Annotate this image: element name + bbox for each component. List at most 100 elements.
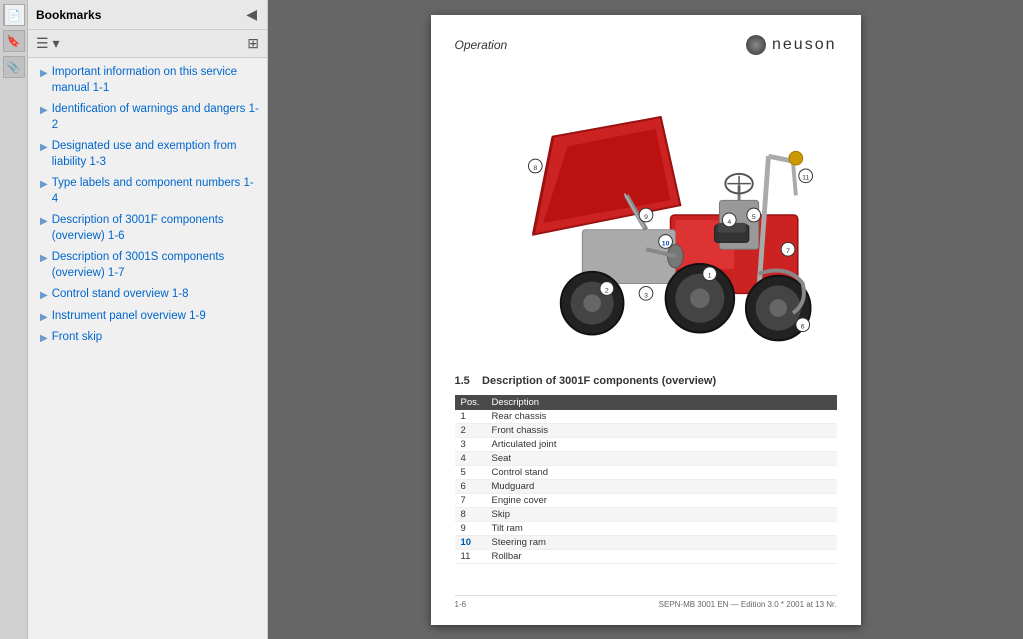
svg-text:2: 2 — [604, 287, 608, 294]
row-desc: Rear chassis — [486, 410, 837, 424]
footer-page-num: 1-6 — [455, 600, 467, 609]
bookmark-icon: ▶ — [40, 215, 48, 228]
svg-text:11: 11 — [802, 174, 809, 181]
bookmark-item[interactable]: ▶ Instrument panel overview 1-9 — [28, 306, 267, 328]
bookmark-icon: ▶ — [40, 178, 48, 191]
svg-text:4: 4 — [727, 218, 731, 225]
bookmark-tab-icon[interactable]: 🔖 — [3, 30, 25, 52]
main-content-area: Operation neuson — [268, 0, 1023, 639]
bookmark-item[interactable]: ▶ Type labels and component numbers 1-4 — [28, 173, 267, 210]
row-pos: 3 — [455, 437, 486, 451]
bookmarks-list: ▶ Important information on this service m… — [28, 58, 267, 639]
table-row: 2 Front chassis — [455, 423, 837, 437]
row-pos: 6 — [455, 479, 486, 493]
row-desc: Mudguard — [486, 479, 837, 493]
row-pos: 11 — [455, 549, 486, 563]
row-pos: 1 — [455, 410, 486, 424]
bookmark-item[interactable]: ▶ Description of 3001S components (overvi… — [28, 247, 267, 284]
bookmark-text: Important information on this service ma… — [52, 65, 259, 96]
table-row: 10 Steering ram — [455, 535, 837, 549]
bookmark-icon: ▶ — [40, 289, 48, 302]
row-pos: 8 — [455, 507, 486, 521]
bookmark-item[interactable]: ▶ Front skip — [28, 327, 267, 349]
bookmarks-title: Bookmarks — [36, 8, 101, 22]
row-desc: Seat — [486, 451, 837, 465]
row-pos: 9 — [455, 521, 486, 535]
bookmark-item[interactable]: ▶ Identification of warnings and dangers … — [28, 99, 267, 136]
table-row: 8 Skip — [455, 507, 837, 521]
expand-button[interactable]: ⊞ — [245, 33, 261, 54]
panel-toggle-button[interactable]: ◀ — [244, 4, 259, 25]
machine-diagram: 1 2 3 4 5 6 — [455, 65, 837, 365]
bookmark-icon: ▶ — [40, 141, 48, 154]
row-pos: 7 — [455, 493, 486, 507]
table-row: 4 Seat — [455, 451, 837, 465]
table-row: 7 Engine cover — [455, 493, 837, 507]
components-table: Pos. Description 1 Rear chassis 2 Front … — [455, 395, 837, 564]
row-pos: 10 — [455, 535, 486, 549]
bookmark-text: Description of 3001F components (overvie… — [52, 213, 259, 244]
brand-name: neuson — [772, 36, 837, 54]
row-desc: Steering ram — [486, 535, 837, 549]
bookmarks-panel: Bookmarks ◀ ☰ ▾ ⊞ ▶ Important information… — [28, 0, 268, 639]
bookmarks-toolbar: ☰ ▾ ⊞ — [28, 30, 267, 58]
page-tab-icon[interactable]: 📄 — [3, 4, 25, 26]
bookmark-icon: ▶ — [40, 67, 48, 80]
table-header-desc: Description — [486, 395, 837, 410]
document-page: Operation neuson — [431, 15, 861, 625]
table-row: 9 Tilt ram — [455, 521, 837, 535]
footer-doc-info: SEPN-MB 3001 EN — Edition 3.0 * 2001 at … — [659, 600, 837, 609]
row-desc: Front chassis — [486, 423, 837, 437]
table-row: 3 Articulated joint — [455, 437, 837, 451]
bookmarks-header: Bookmarks ◀ — [28, 0, 267, 30]
row-pos: 4 — [455, 451, 486, 465]
section-title: 1.5 Description of 3001F components (ove… — [455, 375, 837, 387]
table-header-pos: Pos. — [455, 395, 486, 410]
row-desc: Tilt ram — [486, 521, 837, 535]
svg-text:1: 1 — [707, 272, 711, 279]
bookmark-icon: ▶ — [40, 104, 48, 117]
bookmark-text: Type labels and component numbers 1-4 — [52, 176, 259, 207]
brand-circle-icon — [746, 35, 766, 55]
page-header-title: Operation — [455, 38, 508, 52]
brand-logo: neuson — [746, 35, 837, 55]
attachment-tab-icon[interactable]: 📎 — [3, 56, 25, 78]
bookmark-text: Front skip — [52, 330, 103, 346]
row-desc: Control stand — [486, 465, 837, 479]
svg-text:3: 3 — [644, 292, 648, 299]
bookmark-item[interactable]: ▶ Control stand overview 1-8 — [28, 284, 267, 306]
svg-text:7: 7 — [786, 248, 790, 255]
table-row: 6 Mudguard — [455, 479, 837, 493]
row-pos: 2 — [455, 423, 486, 437]
bookmark-icon: ▶ — [40, 311, 48, 324]
bookmark-text: Description of 3001S components (overvie… — [52, 250, 259, 281]
svg-text:10: 10 — [661, 240, 669, 247]
svg-text:5: 5 — [751, 213, 755, 220]
section-number: 1.5 — [455, 375, 470, 387]
table-row: 11 Rollbar — [455, 549, 837, 563]
section-title-text: Description of 3001F components (overvie… — [482, 375, 716, 387]
row-desc: Articulated joint — [486, 437, 837, 451]
svg-text:9: 9 — [644, 213, 648, 220]
row-desc: Engine cover — [486, 493, 837, 507]
bookmark-text: Identification of warnings and dangers 1… — [52, 102, 259, 133]
bookmark-icon: ▶ — [40, 252, 48, 265]
bookmark-text: Instrument panel overview 1-9 — [52, 309, 206, 325]
table-row: 5 Control stand — [455, 465, 837, 479]
page-header: Operation neuson — [455, 35, 837, 55]
row-desc: Skip — [486, 507, 837, 521]
bookmark-item[interactable]: ▶ Designated use and exemption from liabi… — [28, 136, 267, 173]
table-row: 1 Rear chassis — [455, 410, 837, 424]
svg-text:8: 8 — [533, 164, 537, 171]
row-desc: Rollbar — [486, 549, 837, 563]
bookmark-icon: ▶ — [40, 332, 48, 345]
svg-text:6: 6 — [800, 323, 804, 330]
page-footer: 1-6 SEPN-MB 3001 EN — Edition 3.0 * 2001… — [455, 595, 837, 609]
row-pos: 5 — [455, 465, 486, 479]
bookmark-item[interactable]: ▶ Description of 3001F components (overvi… — [28, 210, 267, 247]
bookmark-text: Designated use and exemption from liabil… — [52, 139, 259, 170]
bookmark-text: Control stand overview 1-8 — [52, 287, 189, 303]
side-tab-bar: 📄 🔖 📎 — [0, 0, 28, 639]
bookmark-item[interactable]: ▶ Important information on this service m… — [28, 62, 267, 99]
list-view-button[interactable]: ☰ ▾ — [34, 33, 61, 54]
